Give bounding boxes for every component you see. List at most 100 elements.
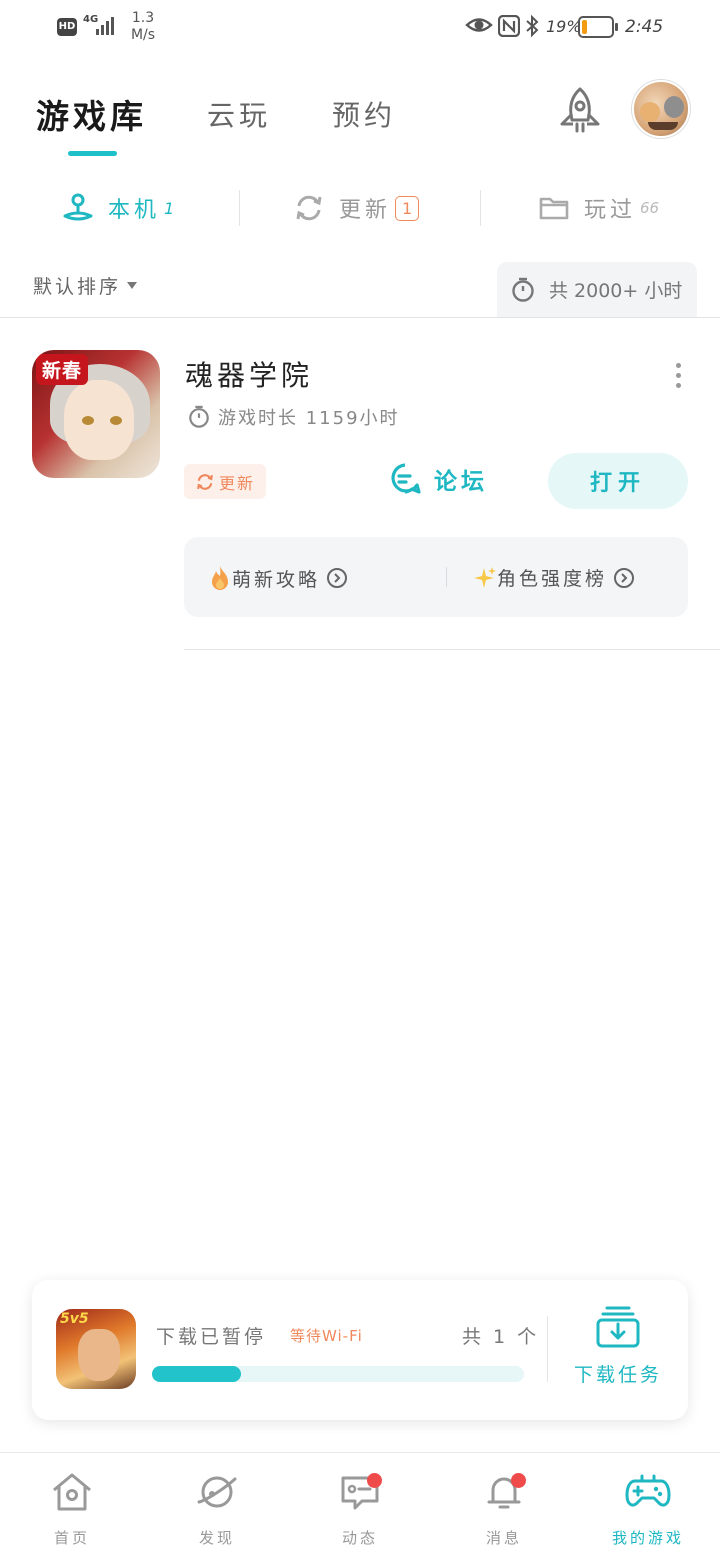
download-game-tag: 5v5 — [60, 1311, 89, 1327]
download-count: 共 1 个 — [462, 1326, 540, 1348]
game-quick-links: 萌新攻略 角色强度榜 — [184, 537, 688, 617]
nav-feed[interactable]: 动态 — [305, 1471, 415, 1548]
rocket-icon[interactable] — [553, 84, 607, 138]
download-tasks-button[interactable]: 下载任务 — [572, 1304, 664, 1387]
download-progress-fill — [152, 1366, 242, 1382]
guide-link-label: 萌新攻略 — [232, 568, 321, 591]
subtab-local-count: 1 — [164, 198, 175, 218]
subtab-played-count: 66 — [640, 199, 660, 217]
subtab-updates[interactable]: 更新 1 — [293, 188, 420, 228]
gamepad-icon — [625, 1474, 671, 1507]
sparkle-icon — [474, 566, 496, 588]
game-icon[interactable]: 新春 — [32, 350, 160, 478]
notification-dot — [367, 1473, 382, 1488]
update-chip-label: 更新 — [218, 473, 255, 493]
download-divider — [547, 1316, 548, 1382]
divider — [184, 649, 720, 650]
timer-icon — [189, 405, 209, 428]
bottom-navigation: 首页 发现 动态 消息 我的游戏 — [0, 1452, 720, 1560]
tab-cloud-play[interactable]: 云玩 — [207, 94, 271, 134]
total-playtime: 共 2000+ 小时 — [497, 262, 697, 317]
speed-value: 1.3 — [131, 10, 155, 26]
eye-icon — [465, 18, 493, 32]
sort-label: 默认排序 — [33, 276, 122, 298]
download-progress-bar — [152, 1366, 524, 1382]
signal-icon — [96, 17, 114, 35]
nav-messages-label: 消息 — [485, 1529, 522, 1547]
download-status-card[interactable]: 5v5 下载已暂停 等待Wi-Fi 共 1 个 下载任务 — [32, 1280, 688, 1420]
nfc-icon — [498, 15, 520, 37]
icon-eye — [110, 416, 122, 425]
download-tray-icon — [596, 1306, 640, 1348]
subtab-divider — [239, 190, 240, 226]
nav-my-games[interactable]: 我的游戏 — [593, 1471, 703, 1548]
home-icon — [53, 1473, 91, 1511]
sort-dropdown[interactable]: 默认排序 — [33, 272, 138, 299]
forum-button[interactable]: 论坛 — [388, 462, 488, 496]
battery-percent: 19% — [546, 17, 582, 36]
icon-hero-head — [78, 1329, 120, 1381]
forum-chat-icon — [391, 463, 421, 494]
avatar-bowl — [648, 122, 678, 130]
subtab-updates-count: 1 — [395, 195, 420, 221]
nav-feed-label: 动态 — [341, 1529, 378, 1547]
network-speed: 1.3 M/s — [129, 10, 157, 44]
tab-reservations[interactable]: 预约 — [332, 94, 396, 134]
refresh-icon — [296, 195, 322, 221]
tier-list-link[interactable]: 角色强度榜 — [471, 564, 635, 591]
speed-unit: M/s — [130, 27, 156, 43]
caret-down-icon — [127, 282, 138, 289]
status-bar: HD 4G 1.3 M/s 19% 2:45 — [0, 0, 720, 56]
nav-discover[interactable]: 发现 — [162, 1471, 272, 1548]
subtab-local-label: 本机 — [108, 198, 161, 223]
folder-icon — [539, 197, 569, 220]
chevron-right-circle-icon — [327, 568, 348, 588]
joystick-icon — [63, 193, 93, 221]
hd-icon: HD — [57, 18, 77, 36]
game-icon-badge: 新春 — [36, 354, 89, 385]
tier-list-link-label: 角色强度榜 — [497, 568, 608, 590]
subtab-divider — [480, 190, 481, 226]
nav-home[interactable]: 首页 — [17, 1471, 127, 1548]
game-playtime-text: 游戏时长 1159小时 — [218, 408, 400, 429]
links-divider — [446, 567, 447, 587]
forum-button-label: 论坛 — [434, 469, 488, 495]
battery-icon — [578, 16, 618, 38]
download-tasks-label: 下载任务 — [573, 1364, 662, 1386]
nav-home-label: 首页 — [53, 1529, 90, 1547]
game-playtime: 游戏时长 1159小时 — [188, 404, 400, 430]
subtab-updates-label: 更新 — [339, 198, 392, 223]
refresh-icon — [197, 473, 213, 490]
avatar-cat — [664, 96, 684, 118]
more-options-icon[interactable] — [676, 363, 684, 393]
divider — [0, 317, 720, 318]
subtab-local[interactable]: 本机 1 — [62, 188, 174, 228]
avatar-dog — [640, 102, 660, 122]
icon-face — [64, 380, 134, 460]
icon-eye — [82, 416, 94, 425]
bluetooth-icon — [526, 14, 539, 38]
active-tab-indicator — [68, 151, 117, 156]
tab-game-library[interactable]: 游戏库 — [36, 90, 147, 138]
clock: 2:45 — [625, 17, 664, 37]
nav-discover-label: 发现 — [198, 1529, 235, 1547]
guide-link[interactable]: 萌新攻略 — [208, 564, 348, 592]
download-status: 下载已暂停 — [156, 1326, 267, 1348]
fire-icon — [212, 566, 228, 590]
game-title[interactable]: 魂器学院 — [185, 354, 313, 394]
update-chip[interactable]: 更新 — [184, 464, 266, 499]
nav-messages[interactable]: 消息 — [449, 1471, 559, 1548]
user-avatar[interactable] — [632, 80, 690, 138]
nav-my-games-label: 我的游戏 — [611, 1529, 684, 1547]
battery-fill — [582, 20, 587, 34]
subtab-played-label: 玩过 — [584, 198, 637, 223]
planet-icon — [197, 1476, 237, 1508]
subtab-played[interactable]: 玩过 66 — [538, 188, 659, 228]
open-game-button[interactable]: 打开 — [548, 453, 688, 509]
timer-icon — [512, 277, 534, 302]
download-wait-reason: 等待Wi-Fi — [290, 1327, 363, 1345]
chevron-right-circle-icon — [614, 567, 635, 588]
notification-dot — [511, 1473, 526, 1488]
download-game-icon: 5v5 — [56, 1309, 136, 1389]
total-playtime-text: 共 2000+ 小时 — [549, 280, 683, 302]
